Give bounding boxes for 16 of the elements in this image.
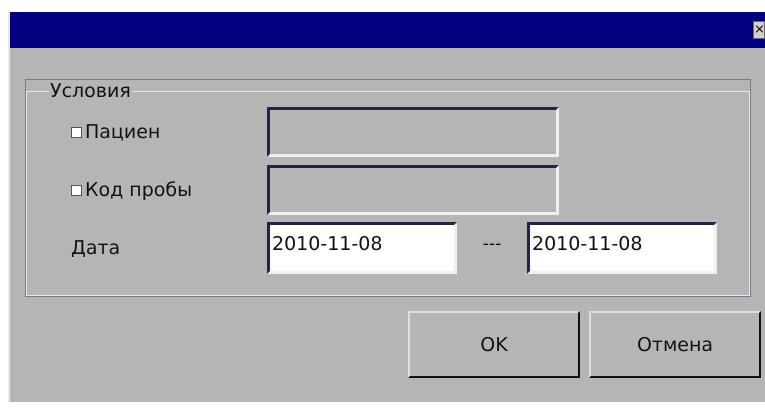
date-field[interactable]: 2010-11-08 (267, 222, 457, 274)
dialog-button[interactable]: Отмена (589, 311, 761, 378)
checkbox-text: Пациен (85, 121, 160, 143)
checkbox-text: Код пробы (85, 179, 192, 201)
date-field[interactable]: 2010-11-08 (527, 222, 717, 274)
group-title: Условия (49, 80, 132, 102)
checkbox[interactable] (71, 184, 82, 196)
dialog-button[interactable]: OK (408, 311, 580, 378)
checkbox-label[interactable]: Код пробы (71, 179, 267, 201)
input-field[interactable] (267, 165, 559, 215)
input-field[interactable] (267, 107, 559, 157)
close-button[interactable]: × (753, 21, 765, 39)
checkbox-label[interactable]: Пациен (71, 121, 267, 143)
checkbox[interactable] (71, 126, 82, 138)
field-label: Дата (71, 237, 122, 259)
range-separator: --- (482, 234, 502, 254)
